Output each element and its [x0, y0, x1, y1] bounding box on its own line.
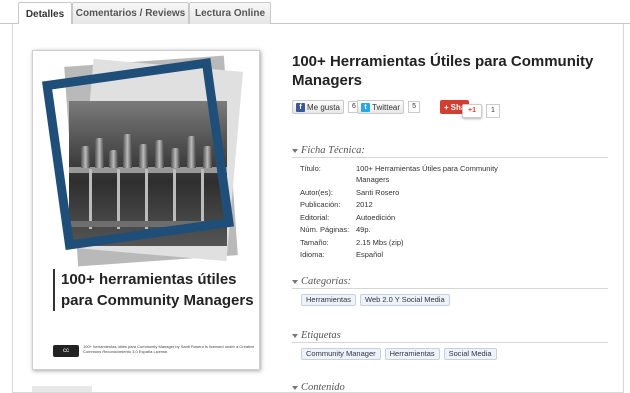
spec-value: Santi Rosero — [356, 187, 400, 197]
section-contenido[interactable]: Contenido — [292, 382, 608, 393]
tag-item[interactable]: Herramientas — [384, 348, 440, 360]
spec-label: Editorial: — [300, 212, 330, 222]
below-cover-strip — [32, 386, 92, 392]
tab-bar: Detalles Comentarios / Reviews Lectura O… — [0, 0, 630, 25]
tweet-label: Twittear — [372, 102, 401, 112]
facebook-icon: f — [296, 102, 305, 112]
category-list: Herramientas Web 2.0 Y Social Media — [301, 294, 450, 306]
cover-blue-frame — [41, 57, 235, 251]
spec-value: 49p. — [356, 225, 371, 234]
section-etiquetas[interactable]: Etiquetas — [292, 330, 608, 343]
spec-label: Tamaño: — [300, 237, 329, 247]
spec-row-publication: Publicación: 2012 — [300, 199, 516, 210]
tab-detalles[interactable]: Detalles — [18, 2, 72, 25]
spec-value: 2.15 Mbs (zip) — [356, 237, 404, 247]
spec-value: Autoedición — [356, 212, 396, 222]
tag-item[interactable]: Social Media — [443, 348, 497, 360]
facebook-like-widget: f Me gusta 6 — [292, 100, 360, 114]
spec-row-language: Idioma: Español — [300, 249, 516, 260]
facebook-like-button[interactable]: f Me gusta — [292, 100, 344, 114]
spec-value: Español — [356, 250, 384, 259]
tab-lectura-online[interactable]: Lectura Online — [189, 2, 271, 24]
section-ficha-tecnica[interactable]: Ficha Técnica: — [292, 145, 608, 158]
tag-list: Community Manager Herramientas Social Me… — [301, 348, 497, 360]
section-categorias[interactable]: Categorías: — [292, 276, 608, 289]
tweet-count: 5 — [408, 101, 421, 113]
google-plus-count: 1 — [486, 104, 500, 118]
category-tag[interactable]: Web 2.0 Y Social Media — [360, 294, 450, 306]
spec-value: 2012 — [356, 200, 373, 209]
twitter-bird-icon: t — [361, 102, 370, 112]
tab-comentarios[interactable]: Comentarios / Reviews — [72, 2, 189, 24]
google-plus-one-button[interactable]: +1 — [462, 104, 482, 118]
spec-row-publisher: Editorial: Autoedición — [300, 212, 516, 223]
tag-item[interactable]: Community Manager — [301, 348, 381, 360]
spec-row-size: Tamaño: 2.15 Mbs (zip) — [300, 237, 516, 248]
facebook-like-label: Me gusta — [307, 102, 340, 112]
category-tag[interactable]: Herramientas — [301, 294, 357, 306]
spec-row-author: Autor(es): Santi Rosero — [300, 187, 516, 198]
cover-title: 100+ herramientas útiles para Community … — [53, 269, 258, 311]
book-cover: 100+ herramientas útiles para Community … — [32, 50, 260, 370]
twitter-widget: t Twittear 5 — [357, 100, 421, 114]
share-plus-icon: + — [444, 102, 449, 112]
spec-label: Núm. Páginas: — [300, 225, 350, 234]
cover-license-text: 100+ herramientas útiles para Community … — [83, 344, 255, 354]
spec-value: 100+ Herramientas Útiles para Community … — [356, 164, 498, 184]
spec-label: Autor(es): — [300, 187, 333, 197]
book-title: 100+ Herramientas Útiles para Community … — [292, 53, 594, 89]
spec-label: Idioma: — [300, 250, 325, 259]
spec-label: Título: — [300, 164, 321, 173]
creative-commons-icon: cc — [53, 345, 79, 357]
spec-table: Título: 100+ Herramientas Útiles para Co… — [300, 163, 516, 262]
spec-label: Publicación: — [300, 200, 341, 209]
spec-row-pages: Núm. Páginas: 49p. — [300, 224, 516, 235]
tweet-button[interactable]: t Twittear — [357, 100, 405, 114]
spec-row-title: Título: 100+ Herramientas Útiles para Co… — [300, 163, 516, 185]
